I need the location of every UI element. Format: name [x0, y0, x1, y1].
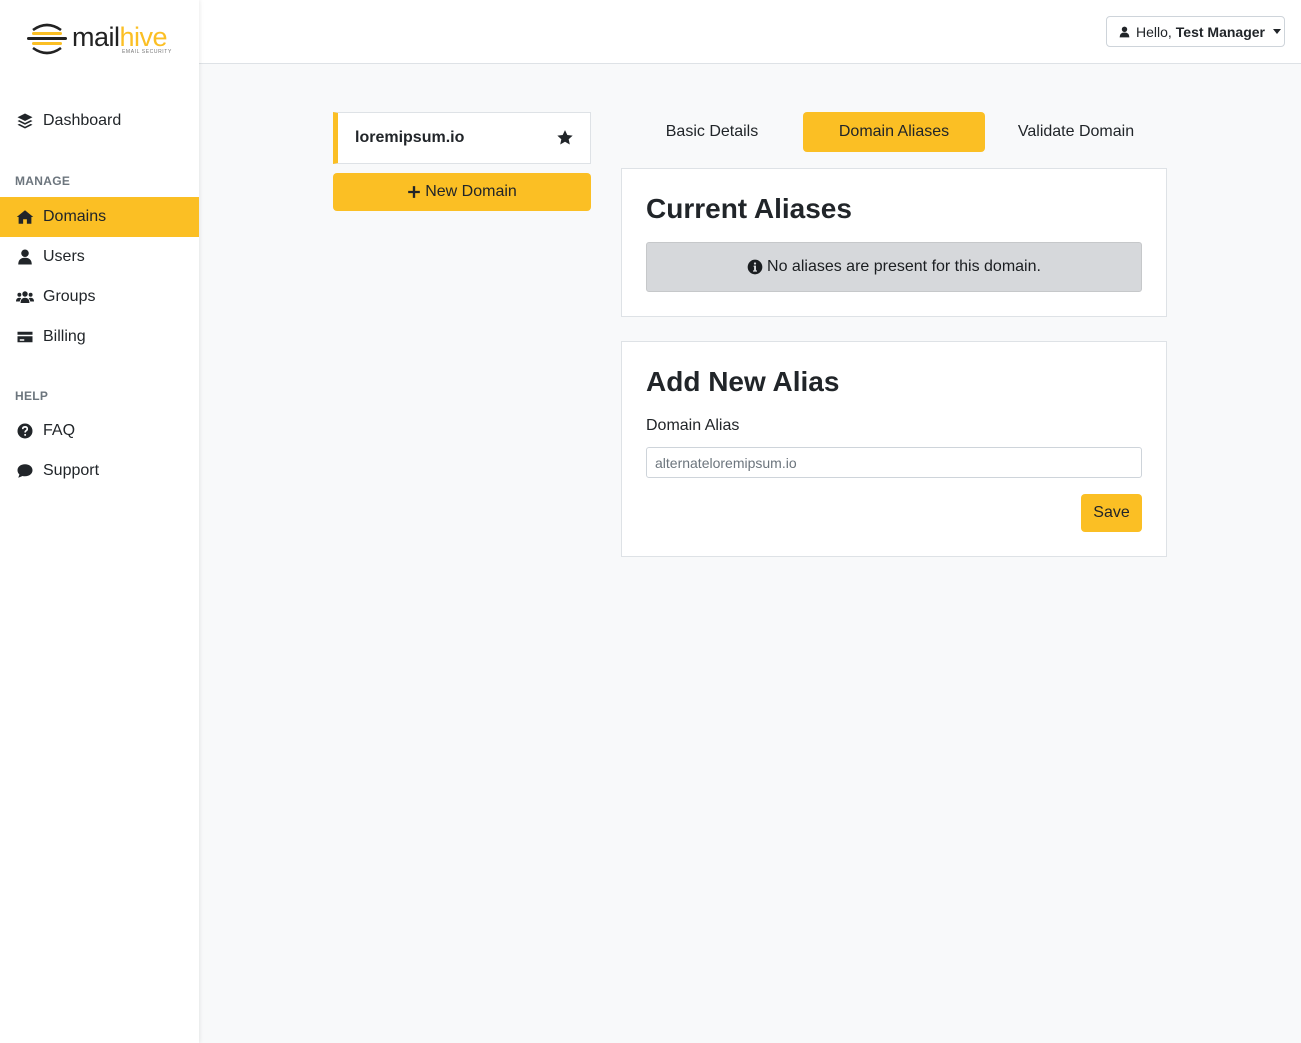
sidebar-item-label: Users — [43, 248, 85, 265]
layers-icon — [16, 112, 34, 130]
sidebar-item-label: Billing — [43, 328, 86, 345]
credit-card-icon — [16, 328, 34, 346]
tab-basic-details[interactable]: Basic Details — [621, 112, 803, 152]
user-name: Test Manager — [1175, 23, 1266, 40]
sidebar-item-faq[interactable]: FAQ — [0, 411, 199, 451]
domain-list-item[interactable]: loremipsum.io — [333, 112, 591, 164]
sidebar-item-label: Dashboard — [43, 112, 122, 129]
sidebar-item-label: Domains — [43, 208, 107, 225]
users-icon — [16, 288, 34, 306]
domain-alias-input[interactable] — [646, 447, 1142, 478]
greeting-text: Hello, — [1136, 23, 1172, 40]
logo-tagline: EMAIL SECURITY — [122, 49, 172, 55]
new-domain-label: New Domain — [425, 183, 517, 200]
no-aliases-alert: No aliases are present for this domain. — [646, 242, 1142, 292]
user-icon — [16, 248, 34, 266]
home-icon — [16, 208, 34, 226]
manage-heading: MANAGE — [15, 174, 71, 188]
sidebar-item-billing[interactable]: Billing — [0, 317, 199, 357]
domain-name: loremipsum.io — [355, 129, 465, 146]
sidebar-item-label: Support — [43, 462, 100, 479]
domain-alias-label: Domain Alias — [646, 417, 740, 434]
top-navbar: Hello, Test Manager — [199, 0, 1301, 64]
info-circle-icon — [747, 259, 763, 275]
star-icon[interactable] — [556, 129, 574, 147]
sidebar: mailhive EMAIL SECURITY Dashboard MANAGE… — [0, 0, 199, 1043]
question-circle-icon — [16, 422, 34, 440]
sidebar-item-dashboard[interactable]: Dashboard — [0, 101, 199, 141]
mailhive-logo[interactable]: mailhive EMAIL SECURITY — [27, 20, 177, 60]
sidebar-item-users[interactable]: Users — [0, 237, 199, 277]
current-aliases-title: Current Aliases — [646, 193, 852, 224]
new-domain-button[interactable]: New Domain — [333, 173, 591, 211]
sidebar-item-domains[interactable]: Domains — [0, 197, 199, 237]
help-heading: HELP — [15, 389, 49, 403]
sidebar-item-label: Groups — [43, 288, 96, 305]
sidebar-item-label: FAQ — [43, 422, 76, 439]
add-alias-title: Add New Alias — [646, 366, 840, 397]
comment-icon — [16, 462, 34, 480]
user-icon — [1119, 26, 1130, 37]
add-alias-panel: Add New Alias Domain Alias Save — [621, 341, 1167, 557]
user-menu-dropdown[interactable]: Hello, Test Manager — [1106, 16, 1285, 47]
alert-message: No aliases are present for this domain. — [767, 258, 1041, 275]
current-aliases-panel: Current Aliases No aliases are present f… — [621, 168, 1167, 317]
caret-down-icon — [1273, 29, 1282, 34]
sidebar-item-groups[interactable]: Groups — [0, 277, 199, 317]
sidebar-item-support[interactable]: Support — [0, 451, 199, 491]
save-button[interactable]: Save — [1081, 494, 1142, 532]
tab-domain-aliases[interactable]: Domain Aliases — [803, 112, 985, 152]
tab-validate-domain[interactable]: Validate Domain — [985, 112, 1167, 152]
hive-logo-icon — [27, 23, 67, 55]
plus-icon — [408, 186, 421, 198]
